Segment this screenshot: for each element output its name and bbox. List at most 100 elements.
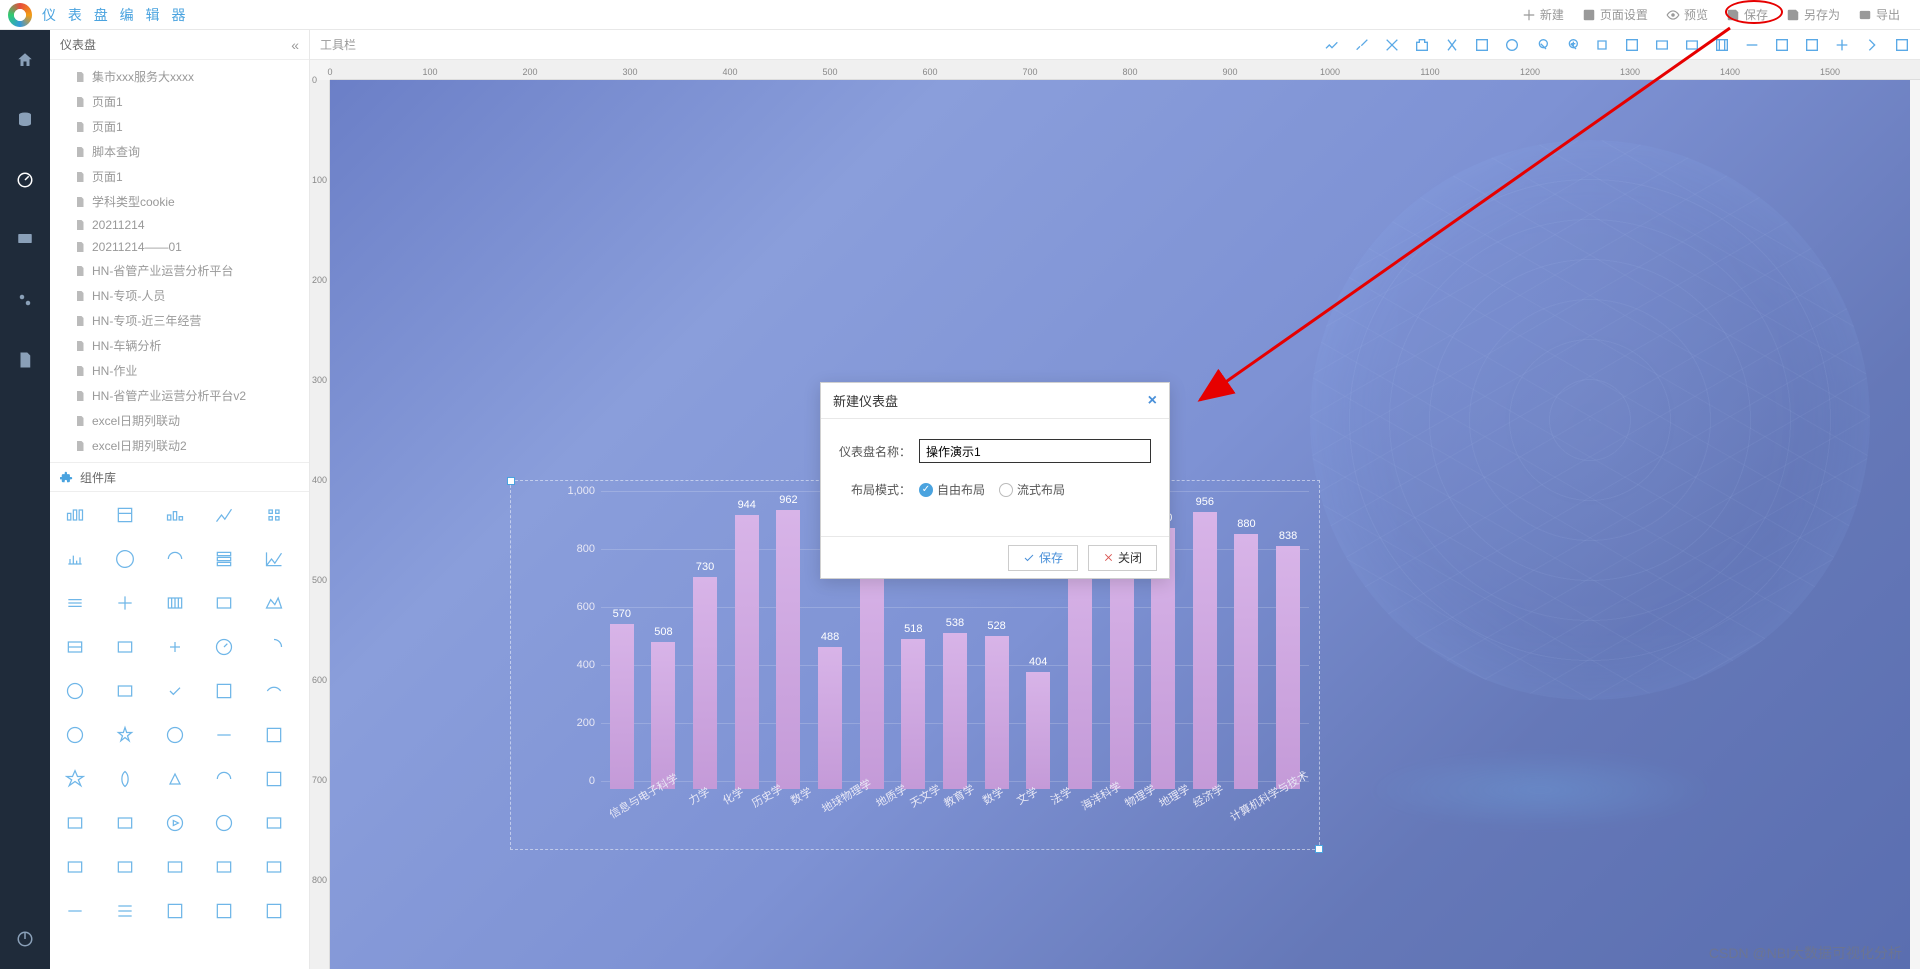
component-item[interactable] xyxy=(160,590,190,616)
component-item[interactable] xyxy=(60,546,90,572)
component-item[interactable] xyxy=(110,854,140,880)
component-item[interactable] xyxy=(110,766,140,792)
component-item[interactable] xyxy=(259,898,289,924)
component-item[interactable] xyxy=(60,502,90,528)
component-item[interactable] xyxy=(110,546,140,572)
toolbar-icon[interactable] xyxy=(1864,37,1880,53)
component-item[interactable] xyxy=(209,766,239,792)
component-item[interactable] xyxy=(60,678,90,704)
component-item[interactable] xyxy=(160,766,190,792)
component-item[interactable] xyxy=(110,502,140,528)
toolbar-icon[interactable] xyxy=(1834,37,1850,53)
toolbar-icon[interactable] xyxy=(1594,37,1610,53)
toolbar-icon[interactable] xyxy=(1474,37,1490,53)
component-item[interactable] xyxy=(110,810,140,836)
save-as-button[interactable]: 另存为 xyxy=(1786,6,1840,23)
component-item[interactable] xyxy=(209,898,239,924)
tree-item[interactable]: 学科类型cookie xyxy=(50,189,309,214)
toolbar-icon[interactable] xyxy=(1444,37,1460,53)
component-item[interactable] xyxy=(209,722,239,748)
toolbar-icon[interactable] xyxy=(1684,37,1700,53)
page-settings-button[interactable]: 页面设置 xyxy=(1582,6,1648,23)
component-item[interactable] xyxy=(259,810,289,836)
rail-home-icon[interactable] xyxy=(15,50,35,70)
component-item[interactable] xyxy=(160,502,190,528)
tree-item[interactable]: 20211214——01 xyxy=(50,236,309,258)
component-item[interactable] xyxy=(110,898,140,924)
toolbar-icon[interactable] xyxy=(1564,37,1580,53)
dashboard-name-input[interactable] xyxy=(919,439,1151,463)
component-item[interactable] xyxy=(110,678,140,704)
tree-item[interactable]: 页面1 xyxy=(50,89,309,114)
toolbar-icon[interactable] xyxy=(1504,37,1520,53)
rail-database-icon[interactable] xyxy=(15,110,35,130)
layout-free-radio[interactable]: 自由布局 xyxy=(919,481,985,498)
rail-file-icon[interactable] xyxy=(15,350,35,370)
component-item[interactable] xyxy=(160,854,190,880)
tree-item[interactable]: 集市xxx服务大xxxx xyxy=(50,64,309,89)
component-item[interactable] xyxy=(160,810,190,836)
tree-item[interactable]: HN-省管产业运营分析平台v2 xyxy=(50,383,309,408)
tree-item[interactable]: HN-专项-人员 xyxy=(50,283,309,308)
toolbar-icon[interactable] xyxy=(1654,37,1670,53)
component-item[interactable] xyxy=(209,678,239,704)
component-item[interactable] xyxy=(209,854,239,880)
component-item[interactable] xyxy=(110,722,140,748)
toolbar-icon[interactable] xyxy=(1354,37,1370,53)
tree-item[interactable]: 脚本查询 xyxy=(50,139,309,164)
modal-close-icon[interactable]: × xyxy=(1148,392,1157,410)
toolbar-icon[interactable] xyxy=(1414,37,1430,53)
tree-item[interactable]: excel日期列联动 xyxy=(50,408,309,433)
tree-item[interactable]: HN-省管产业运营分析平台 xyxy=(50,258,309,283)
toolbar-icon[interactable] xyxy=(1384,37,1400,53)
modal-save-button[interactable]: 保存 xyxy=(1008,545,1078,571)
component-item[interactable] xyxy=(209,546,239,572)
toolbar-icon[interactable] xyxy=(1714,37,1730,53)
component-item[interactable] xyxy=(160,634,190,660)
component-item[interactable] xyxy=(60,810,90,836)
tree-item[interactable]: HN-专项-近三年经营 xyxy=(50,308,309,333)
collapse-icon[interactable]: « xyxy=(291,37,299,53)
component-item[interactable] xyxy=(259,546,289,572)
toolbar-icon[interactable] xyxy=(1624,37,1640,53)
toolbar-icon[interactable] xyxy=(1534,37,1550,53)
tree-item[interactable]: HN-作业 xyxy=(50,358,309,383)
save-button[interactable]: 保存 xyxy=(1726,6,1768,23)
component-item[interactable] xyxy=(60,766,90,792)
tree-item[interactable]: excel日期列联动2 xyxy=(50,433,309,458)
component-item[interactable] xyxy=(259,678,289,704)
tree-item[interactable]: 页面1 xyxy=(50,164,309,189)
component-item[interactable] xyxy=(160,546,190,572)
rail-power-icon[interactable] xyxy=(15,929,35,949)
preview-button[interactable]: 预览 xyxy=(1666,6,1708,23)
component-item[interactable] xyxy=(60,634,90,660)
new-button[interactable]: 新建 xyxy=(1522,6,1564,23)
component-item[interactable] xyxy=(60,722,90,748)
component-item[interactable] xyxy=(60,590,90,616)
component-item[interactable] xyxy=(60,854,90,880)
component-item[interactable] xyxy=(209,590,239,616)
component-item[interactable] xyxy=(259,634,289,660)
rail-dashboard-icon[interactable] xyxy=(15,170,35,190)
component-item[interactable] xyxy=(110,590,140,616)
component-item[interactable] xyxy=(110,634,140,660)
toolbar-icon[interactable] xyxy=(1894,37,1910,53)
component-item[interactable] xyxy=(259,722,289,748)
toolbar-icon[interactable] xyxy=(1324,37,1340,53)
component-item[interactable] xyxy=(259,502,289,528)
toolbar-icon[interactable] xyxy=(1744,37,1760,53)
component-item[interactable] xyxy=(259,766,289,792)
layout-flow-radio[interactable]: 流式布局 xyxy=(999,481,1065,498)
rail-monitor-icon[interactable] xyxy=(15,230,35,250)
component-item[interactable] xyxy=(209,502,239,528)
tree-item[interactable]: 页面1 xyxy=(50,114,309,139)
toolbar-icon[interactable] xyxy=(1804,37,1820,53)
toolbar-icon[interactable] xyxy=(1774,37,1790,53)
modal-close-button[interactable]: 关闭 xyxy=(1088,545,1157,571)
rail-settings-icon[interactable] xyxy=(15,290,35,310)
tree-item[interactable]: HN-车辆分析 xyxy=(50,333,309,358)
component-item[interactable] xyxy=(209,810,239,836)
tree-item[interactable]: 20211214 xyxy=(50,214,309,236)
component-item[interactable] xyxy=(259,854,289,880)
component-item[interactable] xyxy=(60,898,90,924)
